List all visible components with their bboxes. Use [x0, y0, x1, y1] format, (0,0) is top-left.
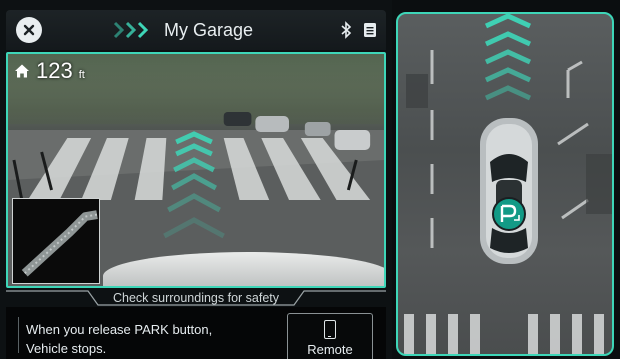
- remote-label: Remote: [307, 342, 353, 357]
- birds-eye-view: [396, 12, 614, 356]
- instruction-panel: When you release PARK button, Vehicle st…: [6, 307, 386, 359]
- instruction-divider: [18, 317, 19, 353]
- birds-eye-scene: [404, 14, 612, 354]
- document-icon[interactable]: [363, 22, 377, 38]
- safety-warning: Check surroundings for safety: [6, 290, 386, 306]
- vehicle-top-view: [480, 118, 538, 264]
- instruction-line-1: When you release PARK button,: [26, 322, 213, 337]
- distance-readout: 123 ft: [14, 58, 85, 84]
- birds-eye-panel: [394, 0, 620, 359]
- park-assist-icon: [492, 197, 526, 231]
- instruction-line-2: Vehicle stops.: [26, 341, 107, 356]
- home-icon: [15, 64, 29, 78]
- phone-icon: [324, 320, 336, 339]
- front-camera-view: 123 ft: [6, 52, 386, 288]
- instruction-text: When you release PARK button, Vehicle st…: [26, 320, 212, 358]
- route-minimap: [12, 198, 100, 284]
- page-title: My Garage: [164, 20, 254, 40]
- distance-value: 123: [36, 58, 73, 83]
- close-button[interactable]: [16, 17, 42, 43]
- bluetooth-icon: [341, 21, 352, 39]
- distance-unit: ft: [78, 69, 85, 81]
- warning-text: Check surroundings for safety: [112, 291, 280, 305]
- header-bar: My Garage: [6, 10, 386, 50]
- close-icon: [23, 24, 35, 36]
- remote-button[interactable]: Remote: [287, 313, 373, 359]
- forward-chevrons-icon: [113, 21, 149, 39]
- front-camera-panel: My Garage 123 ft Check surroundings for …: [0, 0, 392, 359]
